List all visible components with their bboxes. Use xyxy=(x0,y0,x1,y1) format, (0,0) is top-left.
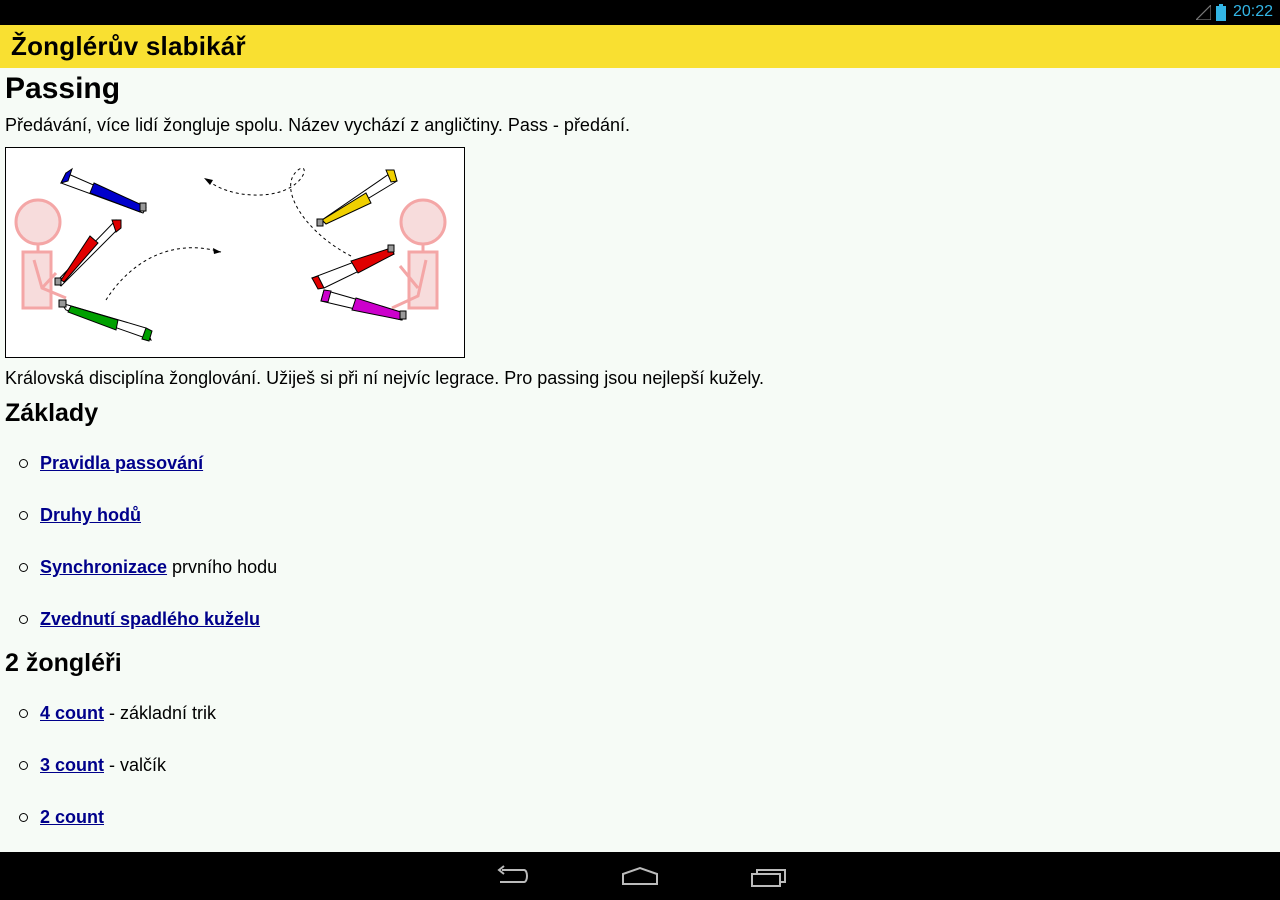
bullet-icon xyxy=(19,511,28,520)
back-icon[interactable] xyxy=(494,864,530,888)
bullet-icon xyxy=(19,615,28,624)
description-text: Královská disciplína žonglování. Užiješ … xyxy=(5,368,765,388)
home-icon[interactable] xyxy=(621,864,659,888)
page-title: Passing xyxy=(5,72,121,105)
section-heading-two-jugglers: 2 žongléři xyxy=(5,649,122,677)
bullet-icon xyxy=(19,813,28,822)
club-yellow xyxy=(316,169,398,227)
club-red-left xyxy=(54,219,122,287)
link-4-count[interactable]: 4 count xyxy=(40,703,104,723)
signal-icon xyxy=(1196,5,1211,20)
right-juggler-figure xyxy=(391,198,447,310)
bullet-icon xyxy=(19,761,28,770)
club-blue xyxy=(60,167,147,214)
passing-illustration-drawing xyxy=(14,167,447,342)
battery-icon xyxy=(1216,4,1226,21)
passing-illustration xyxy=(5,147,465,358)
bullet-icon xyxy=(19,563,28,572)
app-title: Žonglérův slabikář xyxy=(11,31,246,61)
status-clock: 20:22 xyxy=(1232,3,1273,20)
link-pravidla-passovani[interactable]: Pravidla passování xyxy=(40,453,203,473)
intro-text: Předávání, více lidí žongluje spolu. Náz… xyxy=(5,115,630,135)
link-zvednuti-kuzelu[interactable]: Zvednutí spadlého kuželu xyxy=(40,609,260,629)
status-bar: 20:22 xyxy=(0,0,1280,25)
link-2-count[interactable]: 2 count xyxy=(40,807,104,827)
link-druhy-hodu[interactable]: Druhy hodů xyxy=(40,505,141,525)
bullet-icon xyxy=(19,459,28,468)
club-red-right xyxy=(311,244,395,290)
left-juggler-figure xyxy=(14,198,67,310)
link-3-count[interactable]: 3 count xyxy=(40,755,104,775)
club-green xyxy=(58,299,153,342)
section-heading-basics: Základy xyxy=(5,399,99,427)
club-magenta xyxy=(320,289,407,321)
bullet-icon xyxy=(19,709,28,718)
app-bar: Žonglérův slabikář xyxy=(0,25,1280,68)
navigation-bar xyxy=(0,852,1280,900)
recent-apps-icon[interactable] xyxy=(750,864,788,888)
link-synchronizace[interactable]: Synchronizace xyxy=(40,557,167,577)
